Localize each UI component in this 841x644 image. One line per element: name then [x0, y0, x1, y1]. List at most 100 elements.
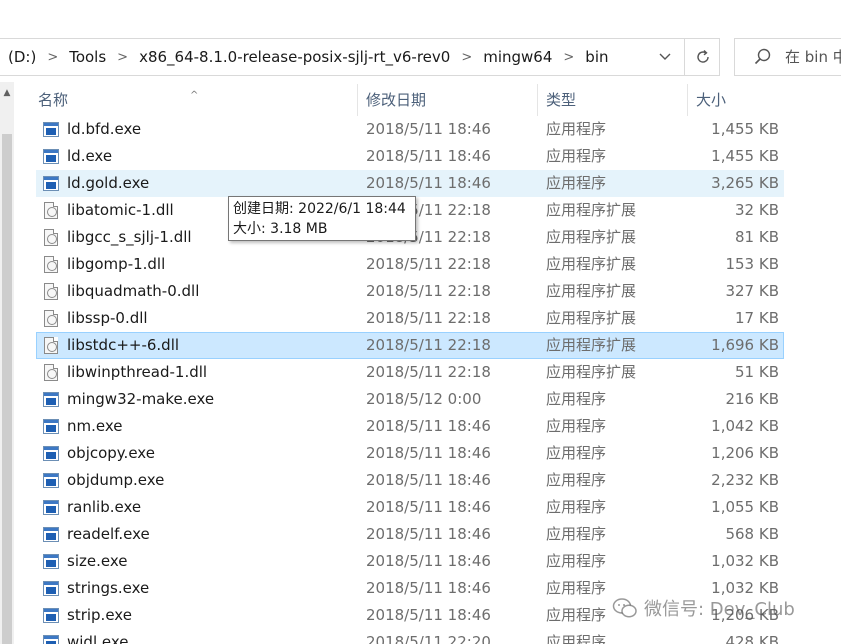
- file-row[interactable]: libssp-0.dll 2018/5/11 22:18 应用程序扩展 17 KB: [36, 305, 784, 332]
- dll-icon: [44, 364, 58, 381]
- file-date: 2018/5/11 18:46: [366, 525, 491, 543]
- file-type: 应用程序: [546, 147, 607, 165]
- vertical-scrollbar[interactable]: ▲: [0, 82, 14, 644]
- file-type: 应用程序扩展: [546, 201, 637, 219]
- column-header-date[interactable]: 修改日期: [358, 84, 538, 116]
- file-icon-cell: [43, 418, 59, 435]
- file-row[interactable]: nm.exe 2018/5/11 18:46 应用程序 1,042 KB: [36, 413, 784, 440]
- file-name: libatomic-1.dll: [67, 201, 174, 219]
- file-type: 应用程序扩展: [546, 228, 637, 246]
- file-icon-cell: [43, 526, 59, 543]
- address-history-button[interactable]: [648, 39, 682, 75]
- file-row[interactable]: libgomp-1.dll 2018/5/11 22:18 应用程序扩展 153 KB: [36, 251, 784, 278]
- watermark: 微信号: Dev_Club: [612, 594, 795, 622]
- file-row[interactable]: size.exe 2018/5/11 18:46 应用程序 1,032 KB: [36, 548, 784, 575]
- file-size: 3,265 KB: [711, 174, 779, 192]
- file-name: mingw32-make.exe: [67, 390, 215, 408]
- file-type: 应用程序: [546, 606, 607, 624]
- file-size: 428 KB: [725, 633, 779, 644]
- file-row[interactable]: ld.bfd.exe 2018/5/11 18:46 应用程序 1,455 KB: [36, 116, 784, 143]
- file-size: 2,232 KB: [711, 471, 779, 489]
- column-header-name-label: 名称: [38, 91, 69, 109]
- file-name: size.exe: [67, 552, 128, 570]
- file-icon-cell: [43, 121, 59, 138]
- breadcrumb-chevron-icon[interactable]: >: [554, 50, 583, 65]
- file-row[interactable]: widl.exe 2018/5/11 22:20 应用程序 428 KB: [36, 629, 784, 644]
- file-icon-cell: [43, 202, 59, 219]
- file-row[interactable]: ld.gold.exe 2018/5/11 18:46 应用程序 3,265 KB: [36, 170, 784, 197]
- scroll-up-arrow-icon[interactable]: ▲: [0, 86, 14, 100]
- file-row[interactable]: ld.exe 2018/5/11 18:46 应用程序 1,455 KB: [36, 143, 784, 170]
- file-date: 2018/5/11 22:18: [366, 309, 491, 327]
- file-row[interactable]: objdump.exe 2018/5/11 18:46 应用程序 2,232 KB: [36, 467, 784, 494]
- exe-icon: [43, 122, 59, 137]
- file-date: 2018/5/11 18:46: [366, 174, 491, 192]
- column-header-size[interactable]: 大小: [688, 84, 788, 116]
- file-icon-cell: [43, 499, 59, 516]
- file-size: 1,206 KB: [711, 444, 779, 462]
- file-row[interactable]: libquadmath-0.dll 2018/5/11 22:18 应用程序扩展 32…: [36, 278, 784, 305]
- breadcrumb-item-drive[interactable]: (D:): [6, 48, 38, 66]
- refresh-button[interactable]: [684, 39, 720, 75]
- file-size: 81 KB: [735, 228, 779, 246]
- column-header-date-label: 修改日期: [366, 91, 427, 109]
- file-date: 2018/5/11 18:46: [366, 444, 491, 462]
- file-type: 应用程序: [546, 120, 607, 138]
- file-icon-cell: [43, 337, 59, 354]
- file-size: 216 KB: [725, 390, 779, 408]
- file-name: nm.exe: [67, 417, 123, 435]
- exe-icon: [43, 581, 59, 596]
- file-size: 327 KB: [725, 282, 779, 300]
- tooltip-created: 创建日期: 2022/6/1 18:44: [233, 201, 406, 217]
- breadcrumb-chevron-icon[interactable]: >: [108, 50, 137, 65]
- file-date: 2018/5/11 18:46: [366, 579, 491, 597]
- file-row[interactable]: libwinpthread-1.dll 2018/5/11 22:18 应用程序扩展…: [36, 359, 784, 386]
- dll-icon: [44, 337, 58, 354]
- file-name: strip.exe: [67, 606, 132, 624]
- dll-icon: [44, 256, 58, 273]
- exe-icon: [43, 527, 59, 542]
- file-icon-cell: [43, 580, 59, 597]
- file-size: 1,696 KB: [711, 336, 779, 354]
- file-row[interactable]: readelf.exe 2018/5/11 18:46 应用程序 568 KB: [36, 521, 784, 548]
- file-row[interactable]: libstdc++-6.dll 2018/5/11 22:18 应用程序扩展 1,69…: [36, 332, 784, 359]
- breadcrumb-chevron-icon[interactable]: >: [38, 50, 67, 65]
- file-name: libgcc_s_sjlj-1.dll: [67, 228, 192, 246]
- column-header-name[interactable]: ^ 名称: [30, 84, 358, 116]
- file-name: objdump.exe: [67, 471, 165, 489]
- exe-icon: [43, 176, 59, 191]
- file-date: 2018/5/11 22:18: [366, 363, 491, 381]
- file-type: 应用程序扩展: [546, 336, 637, 354]
- file-icon-cell: [43, 553, 59, 570]
- file-name: libwinpthread-1.dll: [67, 363, 208, 381]
- exe-icon: [43, 554, 59, 569]
- file-row[interactable]: objcopy.exe 2018/5/11 18:46 应用程序 1,206 KB: [36, 440, 784, 467]
- file-size: 1,455 KB: [711, 120, 779, 138]
- file-type: 应用程序: [546, 633, 607, 644]
- file-name: libstdc++-6.dll: [67, 336, 180, 354]
- breadcrumb-item-toolchain[interactable]: x86_64-8.1.0-release-posix-sjlj-rt_v6-re…: [137, 48, 452, 66]
- breadcrumb-item-mingw64[interactable]: mingw64: [481, 48, 554, 66]
- file-row[interactable]: mingw32-make.exe 2018/5/12 0:00 应用程序 216 KB: [36, 386, 784, 413]
- file-size: 1,042 KB: [711, 417, 779, 435]
- search-input[interactable]: 在 bin 中: [734, 38, 841, 76]
- file-row[interactable]: ranlib.exe 2018/5/11 18:46 应用程序 1,055 KB: [36, 494, 784, 521]
- file-date: 2018/5/11 18:46: [366, 606, 491, 624]
- file-type: 应用程序: [546, 390, 607, 408]
- exe-icon: [43, 446, 59, 461]
- column-header-type[interactable]: 类型: [538, 84, 688, 116]
- file-icon-cell: [43, 391, 59, 408]
- scrollbar-thumb[interactable]: [2, 134, 12, 644]
- column-header-type-label: 类型: [546, 91, 577, 109]
- file-icon-cell: [43, 283, 59, 300]
- breadcrumb: (D:) > Tools > x86_64-8.1.0-release-posi…: [6, 39, 611, 75]
- breadcrumb-item-tools[interactable]: Tools: [67, 48, 108, 66]
- breadcrumb-item-bin[interactable]: bin: [583, 48, 610, 66]
- address-bar[interactable]: (D:) > Tools > x86_64-8.1.0-release-posi…: [0, 38, 720, 76]
- file-icon-cell: [43, 445, 59, 462]
- file-icon-cell: [43, 175, 59, 192]
- breadcrumb-chevron-icon[interactable]: >: [452, 50, 481, 65]
- file-type: 应用程序: [546, 174, 607, 192]
- file-icon-cell: [43, 256, 59, 273]
- file-type: 应用程序: [546, 552, 607, 570]
